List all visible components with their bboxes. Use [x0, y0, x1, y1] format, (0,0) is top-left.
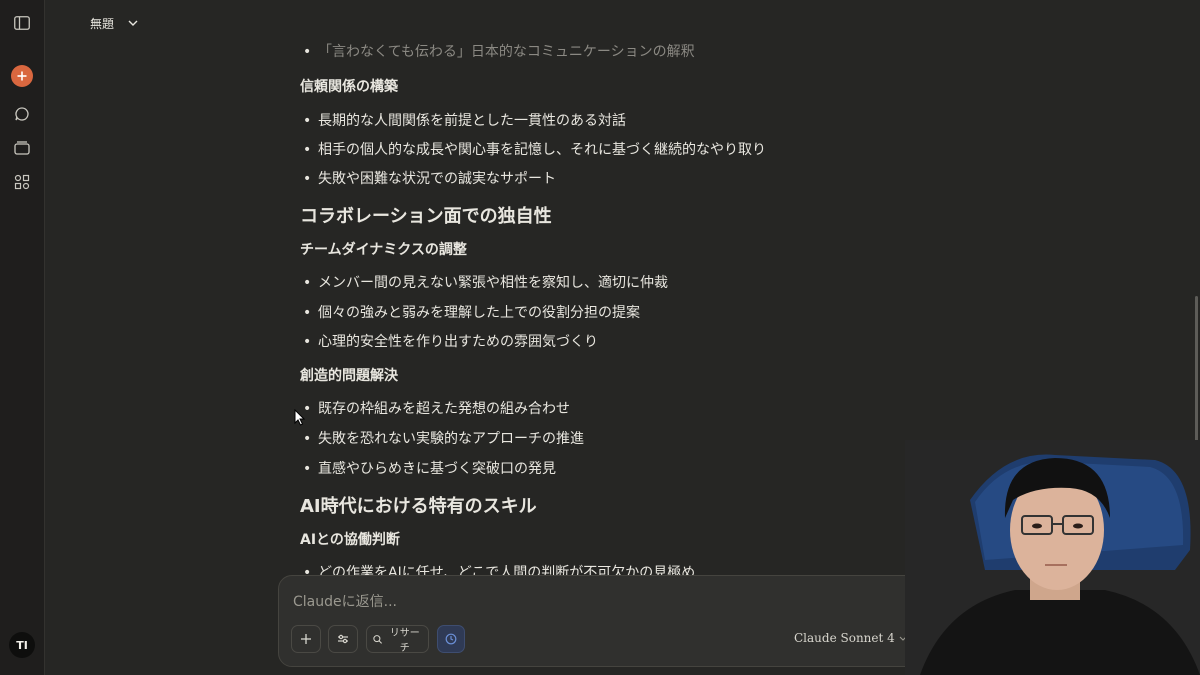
search-icon	[373, 634, 382, 644]
list-item: メンバー間の見えない緊張や相性を察知し、適切に仲裁	[300, 274, 668, 292]
section-heading: 創造的問題解決	[300, 368, 398, 384]
list-item: 直感やひらめきに基づく突破口の発見	[300, 460, 556, 478]
chats-icon[interactable]	[10, 102, 34, 126]
section-title: AI時代における特有のスキル	[300, 496, 537, 517]
model-label: Claude Sonnet 4	[794, 631, 895, 645]
chat-title: 無題	[90, 16, 115, 31]
sliders-icon	[338, 634, 348, 644]
projects-icon[interactable]	[10, 136, 34, 160]
section-heading: 信頼関係の構築	[300, 79, 398, 95]
list-item: 心理的安全性を作り出すための雰囲気づくり	[300, 333, 598, 351]
research-label: リサーチ	[389, 628, 420, 654]
artifacts-icon[interactable]	[10, 170, 34, 194]
tools-button[interactable]	[328, 625, 358, 653]
assistant-message: 「言わなくても伝わる」日本的なコミュニケーションの解釈 信頼関係の構築 長期的な…	[300, 40, 920, 580]
list-item: 既存の枠組みを超えた発想の組み合わせ	[300, 400, 570, 418]
list-item: 個々の強みと弱みを理解した上での役割分担の提案	[300, 304, 640, 322]
add-attachment-button[interactable]	[291, 625, 321, 653]
list-item: 失敗や困難な状況での誠実なサポート	[300, 170, 556, 188]
plus-icon	[301, 634, 311, 644]
section-title: コラボレーション面での独自性	[300, 206, 552, 227]
list-item: 相手の個人的な成長や関心事を記憶し、それに基づく継続的なやり取り	[300, 141, 766, 159]
new-chat-button[interactable]	[11, 65, 33, 87]
sidebar-toggle-icon[interactable]	[10, 11, 34, 35]
mouse-cursor-icon	[294, 409, 305, 426]
composer: リサーチ Claude Sonnet 4	[278, 575, 962, 667]
clock-icon	[445, 633, 457, 645]
section-heading: チームダイナミクスの調整	[300, 242, 467, 258]
chat-title-button[interactable]: 無題	[90, 15, 138, 32]
model-selector[interactable]: Claude Sonnet 4	[794, 631, 907, 645]
list-item: 「言わなくても伝わる」日本的なコミュニケーションの解釈	[300, 43, 695, 61]
plus-icon	[17, 71, 27, 81]
extended-thinking-button[interactable]	[437, 625, 465, 653]
sidebar: TI	[0, 0, 45, 675]
user-avatar[interactable]: TI	[9, 632, 35, 658]
chevron-down-icon	[128, 20, 138, 26]
webcam-overlay	[905, 440, 1200, 675]
message-input[interactable]	[291, 590, 935, 614]
research-button[interactable]: リサーチ	[366, 625, 429, 654]
list-item: 失敗を恐れない実験的なアプローチの推進	[300, 430, 584, 448]
list-item: 長期的な人間関係を前提とした一貫性のある対話	[300, 112, 626, 130]
section-heading: AIとの協働判断	[300, 532, 400, 548]
